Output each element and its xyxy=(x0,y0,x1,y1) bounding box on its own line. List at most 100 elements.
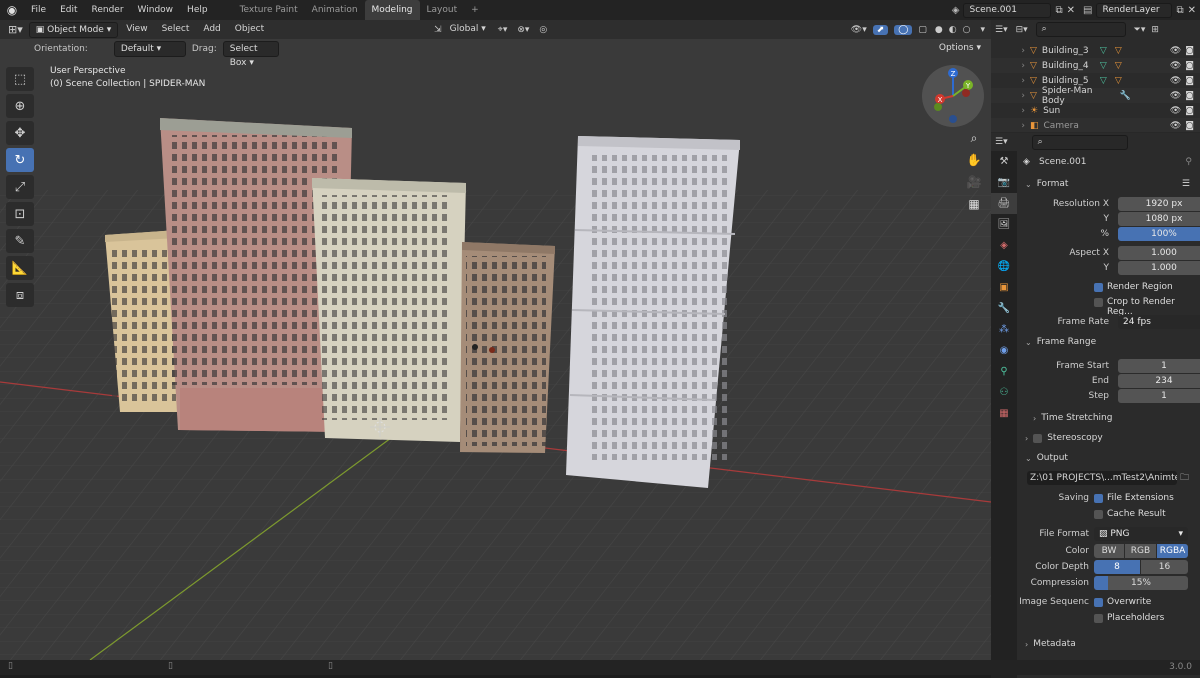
time-stretching-panel-header[interactable]: › Time Stretching xyxy=(1017,409,1200,427)
ortho-grid-icon[interactable]: ▦ xyxy=(964,194,984,214)
building-white-tall[interactable] xyxy=(566,136,740,488)
color-bw-button[interactable]: BW xyxy=(1094,544,1124,558)
render-camera-icon[interactable]: ◙ xyxy=(1185,91,1194,101)
visibility-eye-icon[interactable]: 👁 xyxy=(1170,106,1181,116)
mode-dropdown[interactable]: ▣ Object Mode ▾ xyxy=(28,21,119,38)
new-scene-icon[interactable]: ⧉ xyxy=(1055,5,1062,16)
xray-icon[interactable]: ▢ xyxy=(914,25,931,35)
tab-layout[interactable]: Layout xyxy=(420,0,465,20)
annotate-tool-icon[interactable]: ✎ xyxy=(6,229,34,253)
output-panel-header[interactable]: ⌄ Output xyxy=(1017,449,1200,467)
shading-material-icon[interactable]: ◐ xyxy=(947,25,959,35)
snap-icon[interactable]: ⊗▾ xyxy=(513,25,533,35)
shading-solid-icon[interactable]: ● xyxy=(933,25,945,35)
object-tab-icon[interactable]: ▣ xyxy=(991,277,1017,298)
pan-hand-icon[interactable]: ✋ xyxy=(964,150,984,170)
move-tool-icon[interactable]: ✥ xyxy=(6,121,34,145)
tab-texture-paint[interactable]: Texture Paint xyxy=(233,0,305,20)
menu-window[interactable]: Window xyxy=(131,0,181,20)
menu-file[interactable]: File xyxy=(24,0,53,20)
render-camera-icon[interactable]: ◙ xyxy=(1185,106,1194,116)
color-depth-16-button[interactable]: 16 xyxy=(1141,560,1188,574)
gizmo-toggle-icon[interactable]: ⬈ xyxy=(872,24,889,35)
folder-icon[interactable]: 🗀 xyxy=(1180,470,1189,486)
render-region-checkbox[interactable] xyxy=(1094,283,1103,292)
overlays-toggle-icon[interactable]: ◯ xyxy=(894,24,913,35)
drag-dropdown[interactable]: Select Box ▾ xyxy=(222,41,279,68)
delete-view-layer-icon[interactable]: ✕ xyxy=(1188,5,1196,16)
crop-region-checkbox[interactable] xyxy=(1094,298,1103,307)
visibility-eye-icon[interactable]: 👁 xyxy=(1170,76,1181,86)
camera-view-icon[interactable]: 🎥 xyxy=(964,172,984,192)
list-item[interactable]: › ☀ Sun 👁 ◙ xyxy=(991,103,1200,118)
pin-icon[interactable]: ⚲ xyxy=(1185,157,1192,167)
viewport-scene[interactable] xyxy=(0,20,991,660)
new-view-layer-icon[interactable]: ⧉ xyxy=(1176,5,1183,16)
select-box-tool-icon[interactable]: ⬚ xyxy=(6,67,34,91)
color-rgb-button[interactable]: RGB xyxy=(1125,544,1156,558)
file-format-dropdown[interactable]: ▨ PNG ▾ xyxy=(1094,527,1188,541)
menu-edit[interactable]: Edit xyxy=(53,0,84,20)
scene-tab-icon[interactable]: ◈ xyxy=(991,235,1017,256)
texture-tab-icon[interactable]: ▦ xyxy=(991,403,1017,424)
visibility-eye-icon[interactable]: 👁 xyxy=(1170,46,1181,56)
rotate-tool-icon[interactable]: ↻ xyxy=(6,148,34,172)
filter-icon[interactable]: ⏷▾ xyxy=(1134,25,1146,35)
menu-help[interactable]: Help xyxy=(180,0,215,20)
render-camera-icon[interactable]: ◙ xyxy=(1185,121,1194,131)
color-depth-8-button[interactable]: 8 xyxy=(1094,560,1140,574)
menu-select[interactable]: Select xyxy=(156,20,196,39)
frame-end-field[interactable]: 234 xyxy=(1118,374,1200,388)
add-cube-tool-icon[interactable]: ⧈ xyxy=(6,283,34,307)
shading-options-icon[interactable]: ▾ xyxy=(974,25,991,35)
frame-range-panel-header[interactable]: ⌄ Frame Range xyxy=(1017,333,1200,351)
options-dropdown[interactable]: Options ▾ xyxy=(933,41,987,57)
data-tab-icon[interactable]: ⚇ xyxy=(991,382,1017,403)
particles-tab-icon[interactable]: ⁂ xyxy=(991,319,1017,340)
menu-view[interactable]: View xyxy=(120,20,153,39)
list-item[interactable]: › ▽ Spider-Man Body 🔧 👁 ◙ xyxy=(991,86,1200,106)
scene-name-field[interactable]: Scene.001 xyxy=(963,2,1052,18)
navigation-gizmo[interactable]: Z Y X xyxy=(922,65,984,127)
delete-scene-icon[interactable]: ✕ xyxy=(1067,5,1075,16)
shading-rendered-icon[interactable]: ○ xyxy=(961,25,973,35)
visibility-eye-icon[interactable]: 👁 xyxy=(1170,61,1181,71)
3d-viewport[interactable]: ⊞▾ ▣ Object Mode ▾ View Select Add Objec… xyxy=(0,20,991,660)
stereoscopy-checkbox[interactable] xyxy=(1033,433,1043,443)
tab-modeling[interactable]: Modeling xyxy=(364,0,420,20)
world-tab-icon[interactable]: 🌐 xyxy=(991,256,1017,277)
tab-animation[interactable]: Animation xyxy=(305,0,365,20)
menu-object[interactable]: Object xyxy=(229,20,270,39)
format-panel-header[interactable]: ⌄ Format ☰ xyxy=(1017,175,1200,193)
zoom-icon[interactable]: ⌕ xyxy=(964,128,984,148)
stereoscopy-panel-header[interactable]: › Stereoscopy xyxy=(1017,429,1200,447)
resolution-y-field[interactable]: 1080 px xyxy=(1118,212,1200,226)
transform-orientation-dropdown[interactable]: Global ▾ xyxy=(444,20,492,39)
tool-tab-icon[interactable]: ⚒ xyxy=(991,151,1017,172)
new-collection-icon[interactable]: ⊞ xyxy=(1151,25,1159,35)
cursor-tool-icon[interactable]: ⊕ xyxy=(6,94,34,118)
overwrite-checkbox[interactable] xyxy=(1094,598,1103,607)
compression-slider[interactable]: 15% xyxy=(1094,576,1188,590)
outliner-editor-icon[interactable]: ☰▾ xyxy=(995,25,1008,35)
frame-step-field[interactable]: 1 xyxy=(1118,389,1200,403)
resolution-percent-slider[interactable]: 100% xyxy=(1118,227,1200,241)
view-layer-field[interactable]: RenderLayer xyxy=(1096,2,1173,18)
list-item[interactable]: › ▽ Building_4 ▽ ▽ 👁 ◙ xyxy=(991,58,1200,73)
add-workspace-button[interactable]: + xyxy=(464,0,486,20)
menu-add[interactable]: Add xyxy=(197,20,226,39)
list-item[interactable]: › ▽ Building_3 ▽ ▽ 👁 ◙ xyxy=(991,43,1200,58)
frame-rate-dropdown[interactable]: 24 fps▾ xyxy=(1118,315,1200,329)
visibility-eye-icon[interactable]: 👁 xyxy=(1170,121,1181,131)
output-path-field[interactable]: Z:\01 PROJECTS\...mTest2\Animtest2 xyxy=(1027,471,1177,485)
physics-tab-icon[interactable]: ◉ xyxy=(991,340,1017,361)
list-item[interactable]: › ◧ Camera 👁 ◙ xyxy=(991,118,1200,132)
view-layer-tab-icon[interactable]: 🖼 xyxy=(991,214,1017,235)
transform-tool-icon[interactable]: ⊡ xyxy=(6,202,34,226)
resolution-x-field[interactable]: 1920 px xyxy=(1118,197,1200,211)
aspect-y-field[interactable]: 1.000 xyxy=(1118,261,1200,275)
properties-search-input[interactable]: ⌕ xyxy=(1031,134,1128,150)
render-tab-icon[interactable]: 📷 xyxy=(991,172,1017,193)
display-mode-icon[interactable]: ⊟▾ xyxy=(1016,25,1028,35)
editor-type-icon[interactable]: ⊞▾ xyxy=(4,23,27,36)
